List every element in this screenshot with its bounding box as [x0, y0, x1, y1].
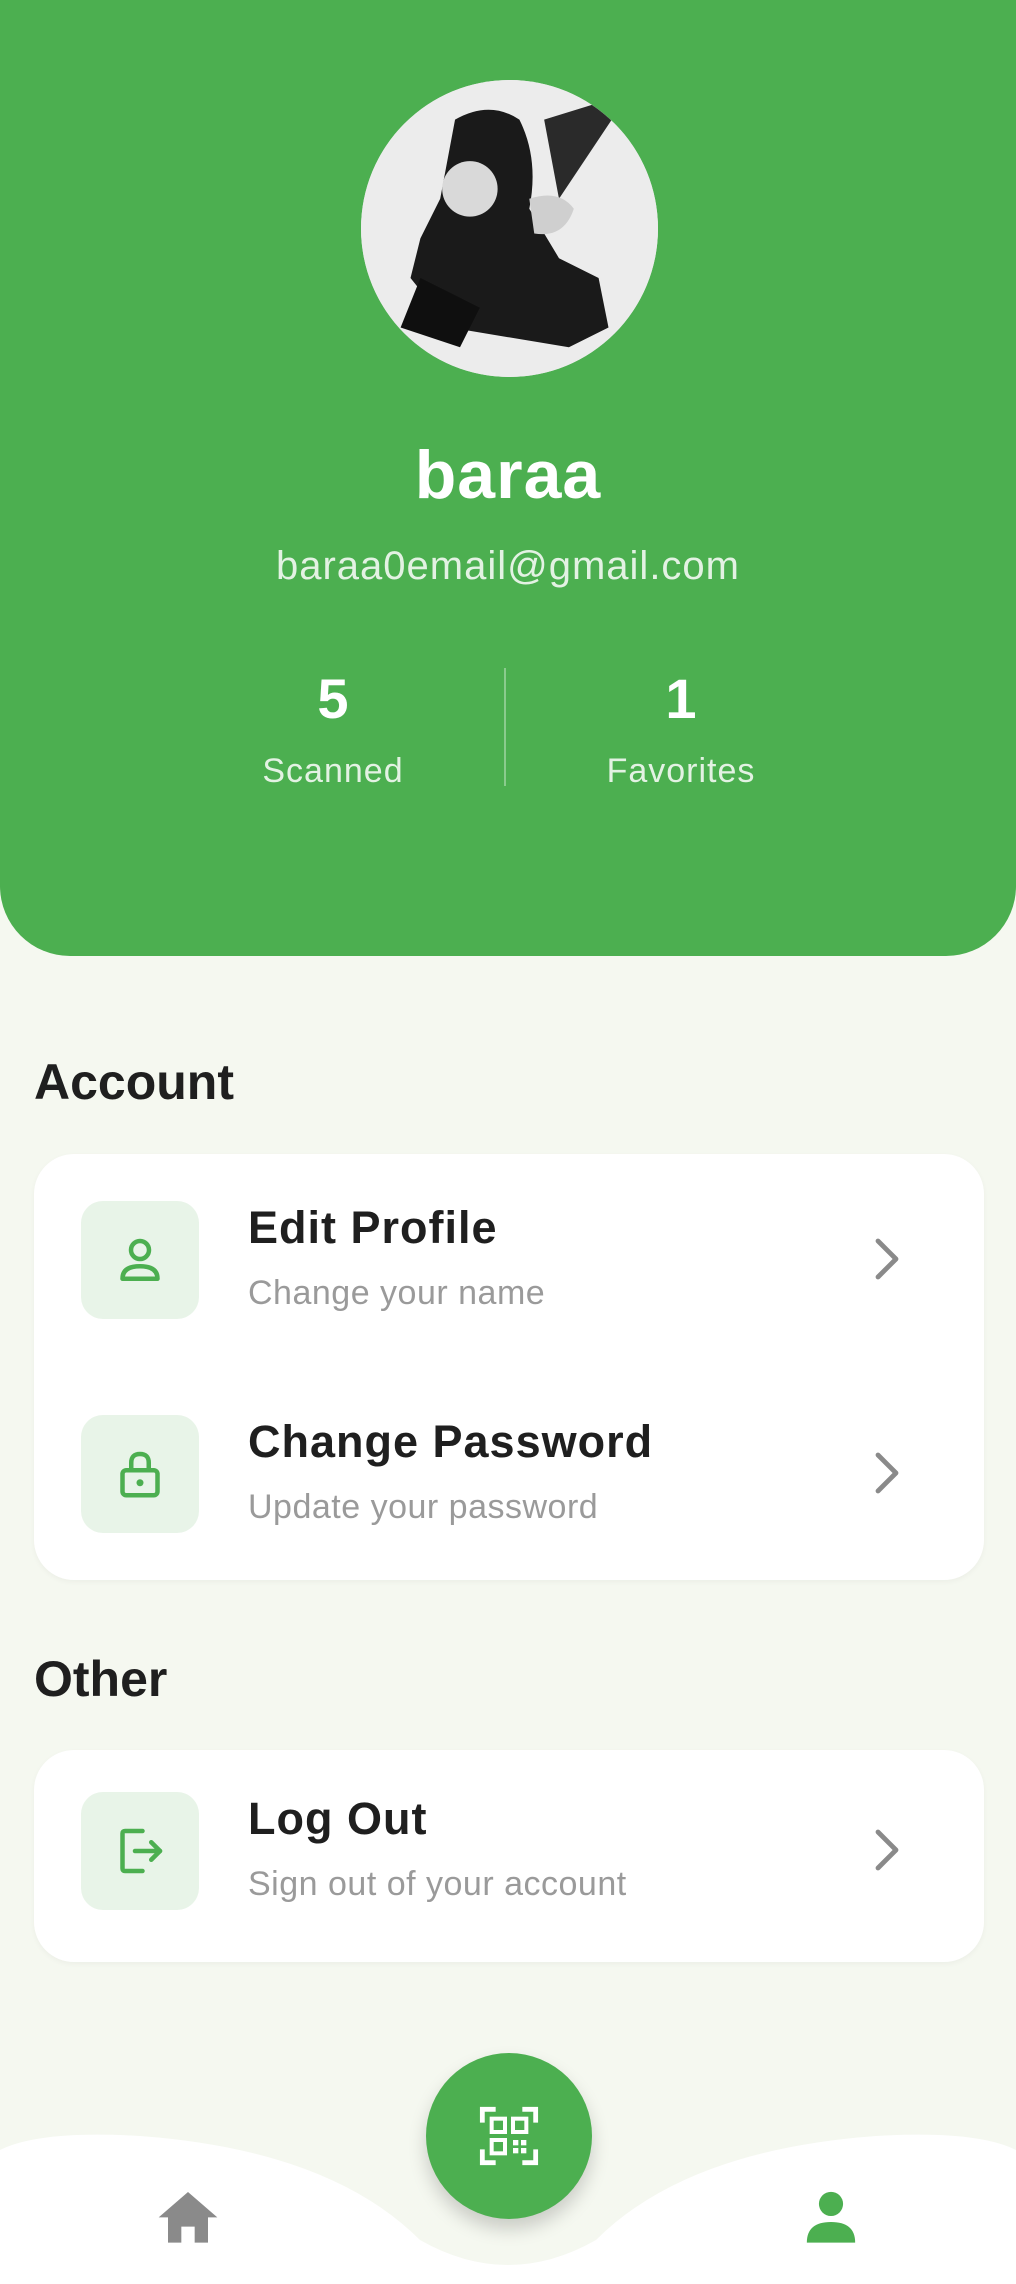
- lock-icon-tile: [81, 1415, 199, 1533]
- person-icon-tile: [81, 1201, 199, 1319]
- avatar-image: [361, 80, 658, 377]
- stat-scanned: 5 Scanned: [183, 664, 483, 791]
- qr-scan-icon: [479, 2106, 539, 2166]
- logout-title: Log Out: [248, 1793, 428, 1844]
- chevron-right-icon: [875, 1452, 899, 1494]
- stat-favorites: 1 Favorites: [531, 664, 831, 791]
- section-title-account: Account: [34, 1054, 234, 1110]
- user-email: baraa0email@gmail.com: [275, 544, 740, 588]
- profile-icon[interactable]: [802, 2186, 860, 2246]
- edit-profile-row[interactable]: Edit Profile Change your name: [34, 1168, 984, 1368]
- scan-qr-button[interactable]: [426, 2053, 592, 2219]
- stats-divider: [504, 668, 506, 786]
- favorites-count: 1: [665, 667, 697, 730]
- avatar[interactable]: [361, 80, 658, 377]
- other-card: Log Out Sign out of your account: [34, 1750, 984, 1962]
- scanned-count: 5: [317, 667, 349, 730]
- chevron-right-icon: [875, 1829, 899, 1871]
- person-icon: [120, 1238, 160, 1281]
- logout-icon: [120, 1828, 163, 1874]
- logout-row[interactable]: Log Out Sign out of your account: [34, 1759, 984, 1959]
- edit-profile-title: Edit Profile: [248, 1202, 498, 1253]
- logout-icon-tile: [81, 1792, 199, 1910]
- profile-header: baraa baraa0email@gmail.com 5 Scanned 1 …: [0, 0, 1016, 956]
- scanned-label: Scanned: [262, 752, 404, 790]
- lock-icon: [120, 1451, 160, 1498]
- chevron-right-icon: [875, 1238, 899, 1280]
- change-password-row[interactable]: Change Password Update your password: [34, 1382, 984, 1582]
- edit-profile-subtitle: Change your name: [248, 1274, 546, 1312]
- change-password-title: Change Password: [248, 1416, 654, 1467]
- home-icon[interactable]: [156, 2186, 220, 2246]
- change-password-subtitle: Update your password: [248, 1488, 599, 1526]
- username: baraa: [414, 437, 602, 513]
- logout-subtitle: Sign out of your account: [248, 1865, 627, 1903]
- favorites-label: Favorites: [606, 752, 756, 790]
- section-title-other: Other: [34, 1651, 168, 1707]
- account-card: Edit Profile Change your name Change Pas…: [34, 1154, 984, 1580]
